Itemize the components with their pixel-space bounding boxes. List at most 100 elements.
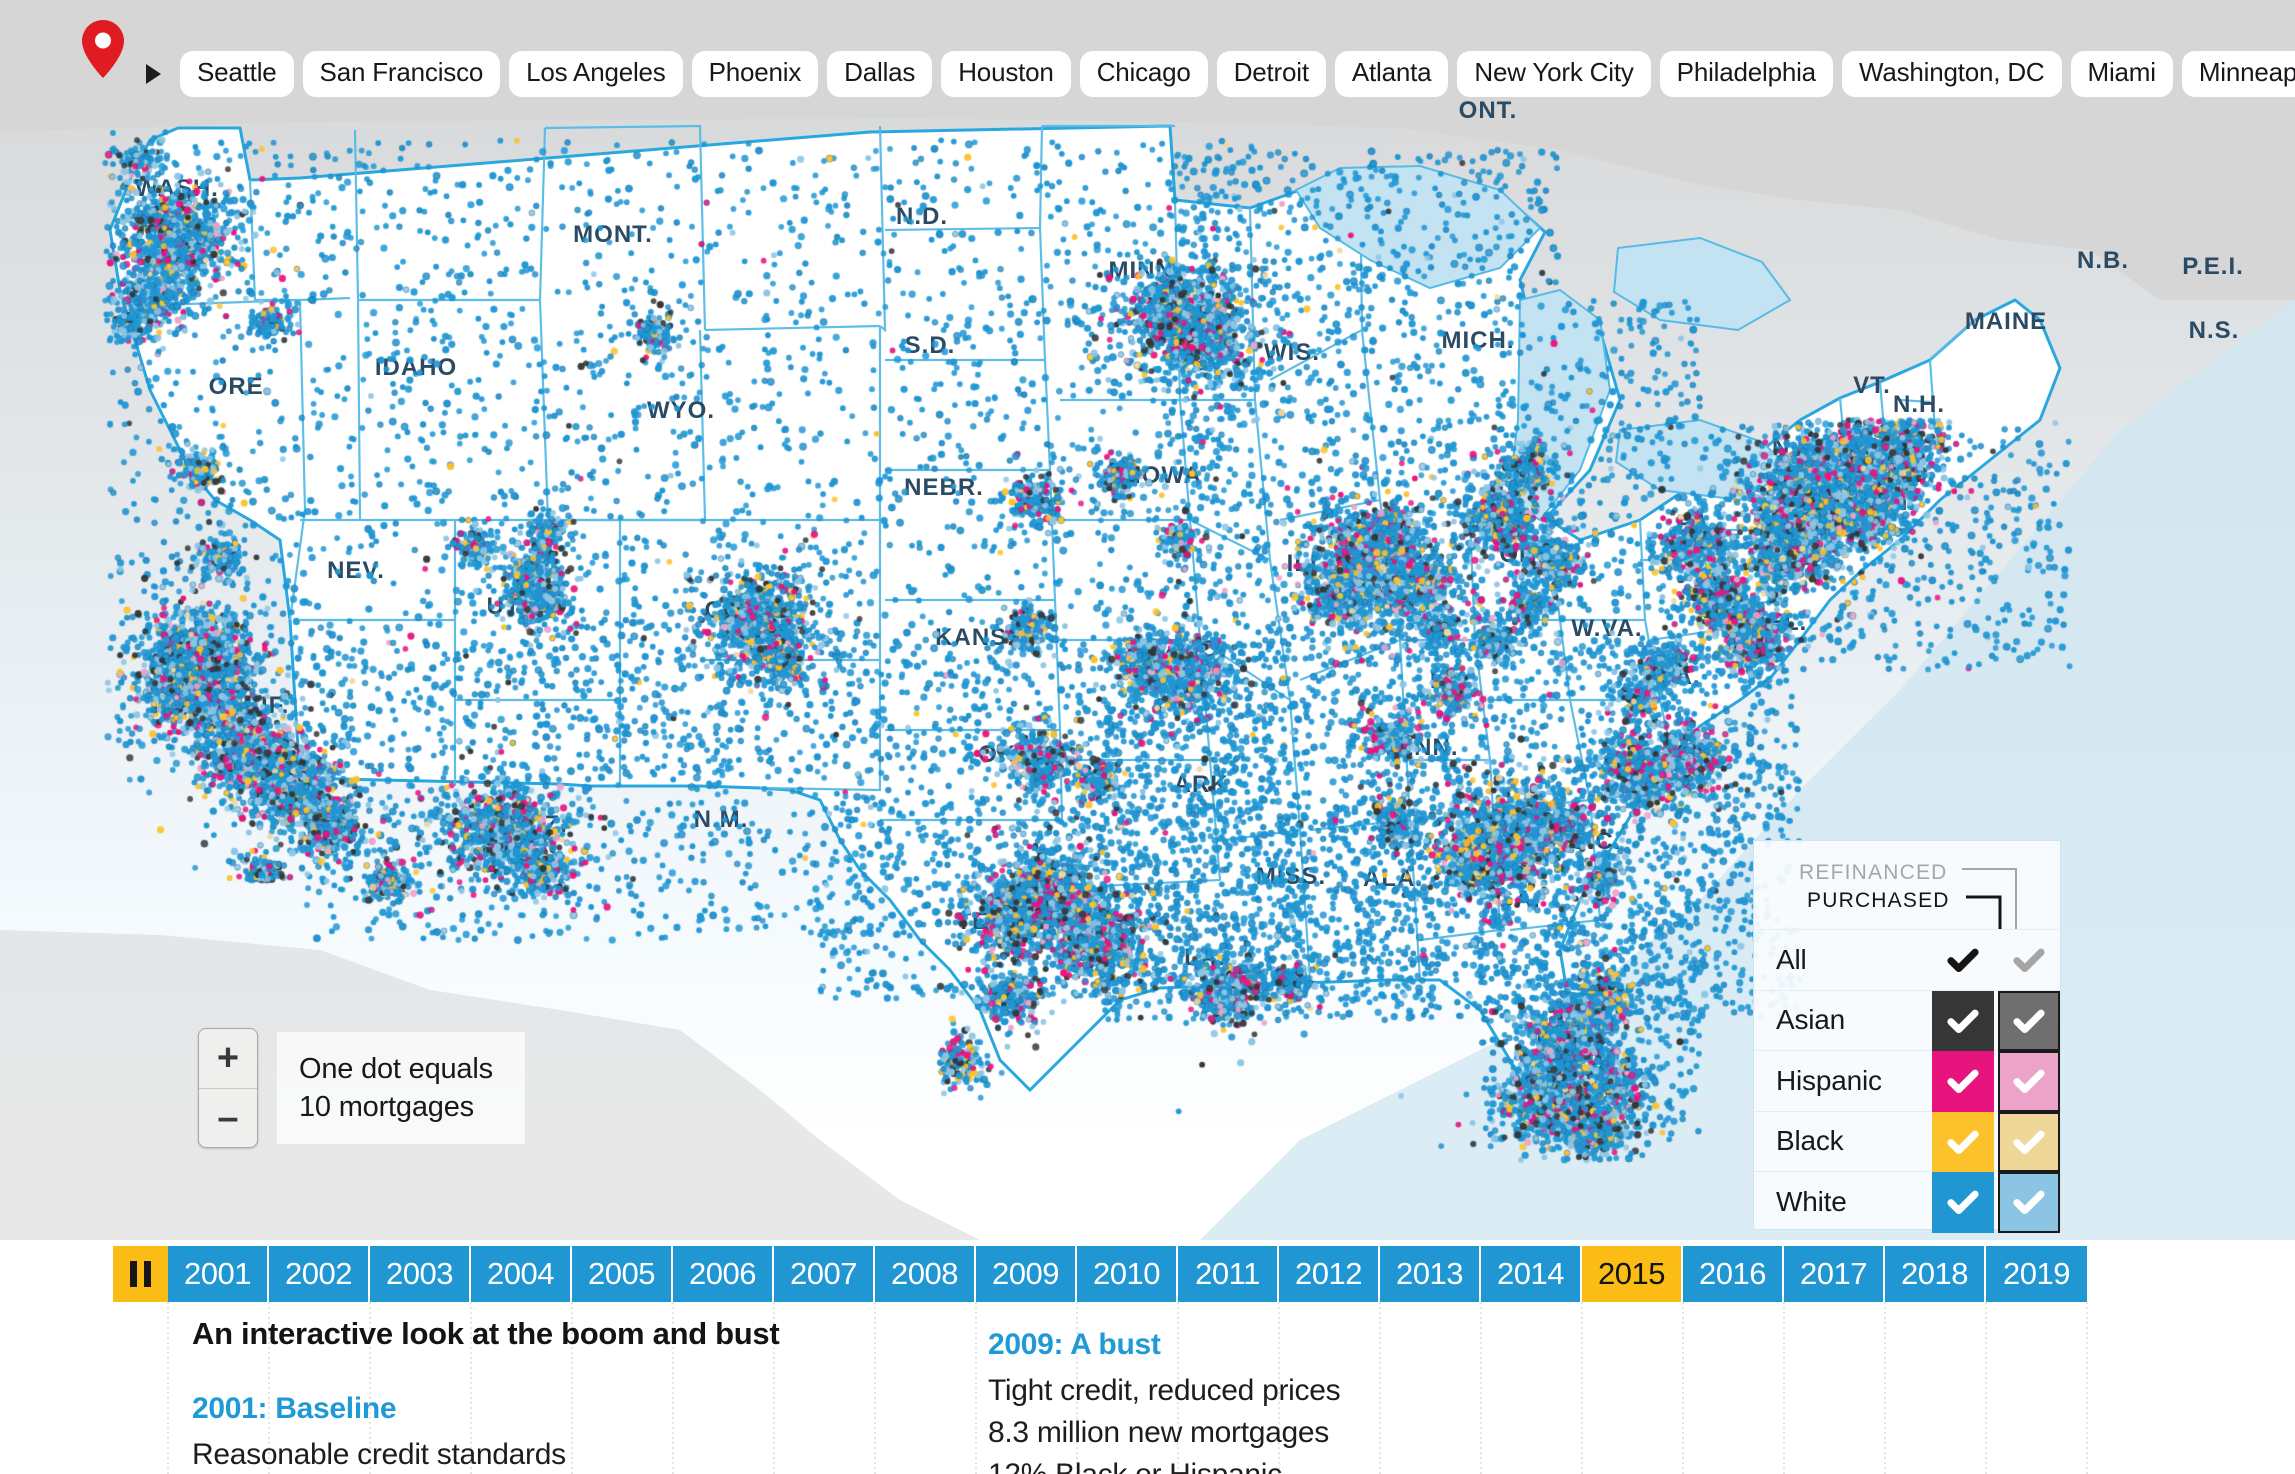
city-button-san-francisco[interactable]: San Francisco (302, 51, 501, 97)
year-timeline: 2001 2002 2003 2004 2005 2006 2007 2008 2009 2010… (113, 1246, 2087, 1302)
lake-michigan (1506, 288, 1612, 522)
year-button-2003[interactable]: 2003 (370, 1246, 471, 1302)
city-button-new-york-city[interactable]: New York City (1457, 51, 1651, 97)
year-button-2017[interactable]: 2017 (1784, 1246, 1885, 1302)
year-button-2018[interactable]: 2018 (1885, 1246, 1986, 1302)
state-label-wash: WASH. (135, 175, 219, 202)
state-label-mo: MO. (1179, 636, 1227, 663)
state-label-mich: MICH. (1442, 327, 1515, 354)
state-label-va: VA. (1659, 663, 1700, 690)
story-2009-title: 2009: A bust (988, 1328, 1161, 1361)
state-label-ns: N.S. (2189, 317, 2240, 344)
state-label-la: LA. (1184, 944, 1226, 971)
state-label-ore: ORE. (209, 373, 272, 400)
city-button-detroit[interactable]: Detroit (1216, 51, 1326, 97)
legend-row-label: Black (1776, 1125, 1844, 1157)
city-button-chicago[interactable]: Chicago (1079, 51, 1208, 97)
legend-swatch-refinanced-white[interactable] (1998, 1172, 2060, 1233)
state-label-ala: ALA. (1363, 865, 1423, 892)
legend-row-black: Black (1754, 1110, 2060, 1172)
year-button-2016[interactable]: 2016 (1683, 1246, 1784, 1302)
year-button-2015[interactable]: 2015 (1582, 1246, 1683, 1302)
city-shortcut-nav: Seattle San Francisco Los Angeles Phoenix Da… (0, 46, 2295, 102)
legend-row-label: Hispanic (1776, 1064, 1882, 1096)
state-label-minn: MINN. (1109, 257, 1182, 284)
city-button-atlanta[interactable]: Atlanta (1334, 51, 1449, 97)
zoom-in-button[interactable]: + (199, 1029, 257, 1089)
year-button-2001[interactable]: 2001 (168, 1246, 269, 1302)
legend-swatch-purchased-white[interactable] (1932, 1172, 1994, 1233)
legend-swatch-refinanced-all[interactable] (1998, 930, 2060, 991)
city-button-houston[interactable]: Houston (941, 51, 1071, 97)
state-label-pa: PA. (1676, 510, 1717, 537)
legend-row-label: All (1776, 943, 1807, 975)
year-button-2014[interactable]: 2014 (1481, 1246, 1582, 1302)
year-button-2009[interactable]: 2009 (976, 1246, 1077, 1302)
year-button-2002[interactable]: 2002 (269, 1246, 370, 1302)
legend-swatch-purchased-hispanic[interactable] (1932, 1051, 1994, 1112)
year-button-2006[interactable]: 2006 (673, 1246, 774, 1302)
legend-swatch-purchased-asian[interactable] (1932, 990, 1994, 1051)
story-2009-line-3: 12% Black or Hispanic (988, 1454, 1282, 1474)
legend-swatch-purchased-all[interactable] (1932, 930, 1994, 991)
race-category-legend: REFINANCED PURCHASED All Asian Hispanic Bla… (1753, 840, 2061, 1233)
play-caret-icon[interactable] (146, 64, 161, 84)
legend-swatch-refinanced-asian[interactable] (1998, 990, 2060, 1051)
city-button-phoenix[interactable]: Phoenix (691, 51, 819, 97)
state-label-ga: GA. (1495, 886, 1541, 913)
legend-row-label: White (1776, 1185, 1847, 1217)
year-button-2013[interactable]: 2013 (1380, 1246, 1481, 1302)
state-label-wva: W.VA. (1571, 615, 1642, 642)
year-button-2012[interactable]: 2012 (1279, 1246, 1380, 1302)
city-button-philadelphia[interactable]: Philadelphia (1659, 51, 1833, 97)
legend-row-white: White (1754, 1171, 2060, 1233)
lake-huron (1612, 236, 1792, 332)
mortgage-map-app: WASH. ORE. IDAHO MONT. WYO. NEV. UTAH CALIF. ARI… (0, 0, 2295, 1474)
legend-row-list: All Asian Hispanic Black White (1754, 929, 2060, 1233)
story-2009-line-1: Tight credit, reduced prices (988, 1374, 1341, 1407)
year-button-list: 2001 2002 2003 2004 2005 2006 2007 2008 2009 2010… (168, 1246, 2087, 1302)
dot-scale-legend: One dot equals 10 mortgages (277, 1032, 525, 1144)
year-button-2004[interactable]: 2004 (471, 1246, 572, 1302)
state-label-md: MD. (1703, 597, 1750, 624)
state-label-sc: S.C. (1571, 828, 1622, 855)
state-label-iowa: IOWA (1134, 462, 1202, 489)
story-headline: An interactive look at the boom and bust (192, 1316, 780, 1351)
legend-swatch-purchased-black[interactable] (1932, 1111, 1994, 1172)
zoom-out-button[interactable]: – (199, 1089, 257, 1148)
state-label-kans: KANS. (935, 624, 1015, 651)
state-label-fla: FLA. (1536, 1022, 1593, 1049)
city-button-seattle[interactable]: Seattle (180, 51, 294, 97)
year-button-2007[interactable]: 2007 (774, 1246, 875, 1302)
state-label-ariz: ARIZ. (500, 811, 568, 838)
dot-legend-line-1: One dot equals (299, 1052, 493, 1085)
legend-swatch-refinanced-black[interactable] (1998, 1111, 2060, 1172)
year-button-2011[interactable]: 2011 (1178, 1246, 1279, 1302)
state-label-nc: N.C. (1619, 749, 1671, 776)
state-label-ky: KY. (1430, 667, 1470, 694)
state-label-wis: WIS. (1264, 339, 1320, 366)
year-button-2005[interactable]: 2005 (572, 1246, 673, 1302)
state-label-idaho: IDAHO (375, 354, 457, 381)
city-button-minneapolis[interactable]: Minneapolis (2181, 51, 2295, 97)
state-label-nm: N.M. (694, 806, 749, 833)
city-button-washington-dc[interactable]: Washington, DC (1841, 51, 2062, 97)
state-label-ny: N.Y. (1772, 434, 1820, 461)
city-button-miami[interactable]: Miami (2070, 51, 2173, 97)
story-2001-title: 2001: Baseline (192, 1392, 397, 1425)
year-button-2019[interactable]: 2019 (1986, 1246, 2087, 1302)
state-label-nebr: NEBR. (904, 474, 984, 501)
play-pause-button[interactable] (113, 1246, 168, 1302)
pause-icon (130, 1261, 151, 1287)
legend-leader-lines (1962, 868, 2017, 929)
legend-swatch-refinanced-hispanic[interactable] (1998, 1051, 2060, 1112)
year-button-2010[interactable]: 2010 (1077, 1246, 1178, 1302)
story-2009-line-2: 8.3 million new mortgages (988, 1416, 1330, 1449)
state-label-nb: N.B. (2077, 247, 2129, 274)
city-button-dallas[interactable]: Dallas (827, 51, 933, 97)
year-button-2008[interactable]: 2008 (875, 1246, 976, 1302)
legend-row-all: All (1754, 929, 2060, 990)
city-button-los-angeles[interactable]: Los Angeles (509, 51, 683, 97)
map-canvas[interactable]: WASH. ORE. IDAHO MONT. WYO. NEV. UTAH CALIF. ARI… (0, 0, 2295, 1240)
state-label-nd: N.D. (896, 203, 948, 230)
